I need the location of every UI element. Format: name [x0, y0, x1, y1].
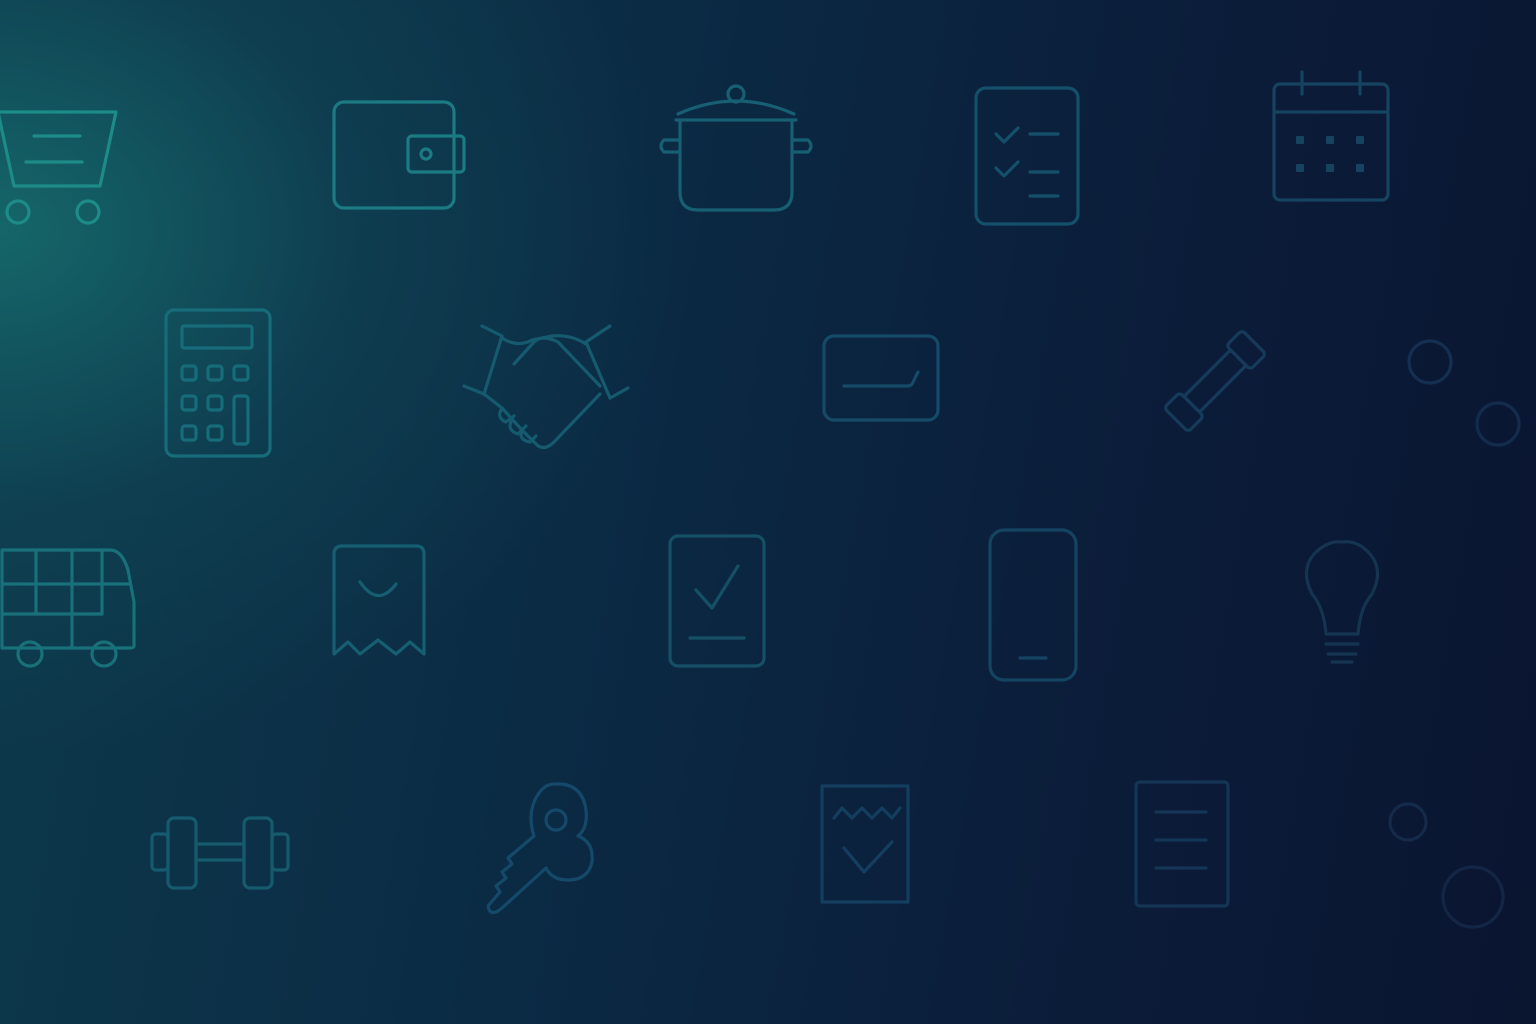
document-icon	[1134, 780, 1232, 910]
circle-small-2-icon	[1474, 400, 1522, 450]
bus-icon	[0, 548, 138, 670]
receipt-icon	[330, 544, 428, 658]
cooking-pot-icon	[656, 84, 816, 216]
dumbbell-icon	[150, 814, 292, 892]
handshake-icon	[462, 322, 632, 452]
tablet-check-icon	[668, 534, 768, 670]
wallet-icon	[332, 100, 466, 212]
calendar-icon	[1272, 70, 1394, 204]
circle-small-3-icon	[1386, 800, 1430, 844]
calculator-icon	[164, 308, 274, 460]
receipt-check-icon	[820, 784, 914, 906]
shopping-cart-icon	[0, 104, 126, 228]
lightbulb-icon	[1304, 540, 1380, 670]
pattern-background	[0, 0, 1536, 1024]
credit-card-icon	[822, 334, 942, 424]
checklist-icon	[974, 86, 1082, 228]
smartphone-icon	[988, 528, 1080, 684]
circle-small-icon	[1406, 338, 1454, 388]
dumbbell-small-icon	[1156, 318, 1274, 444]
circle-small-4-icon	[1440, 864, 1506, 930]
key-icon	[484, 780, 600, 920]
